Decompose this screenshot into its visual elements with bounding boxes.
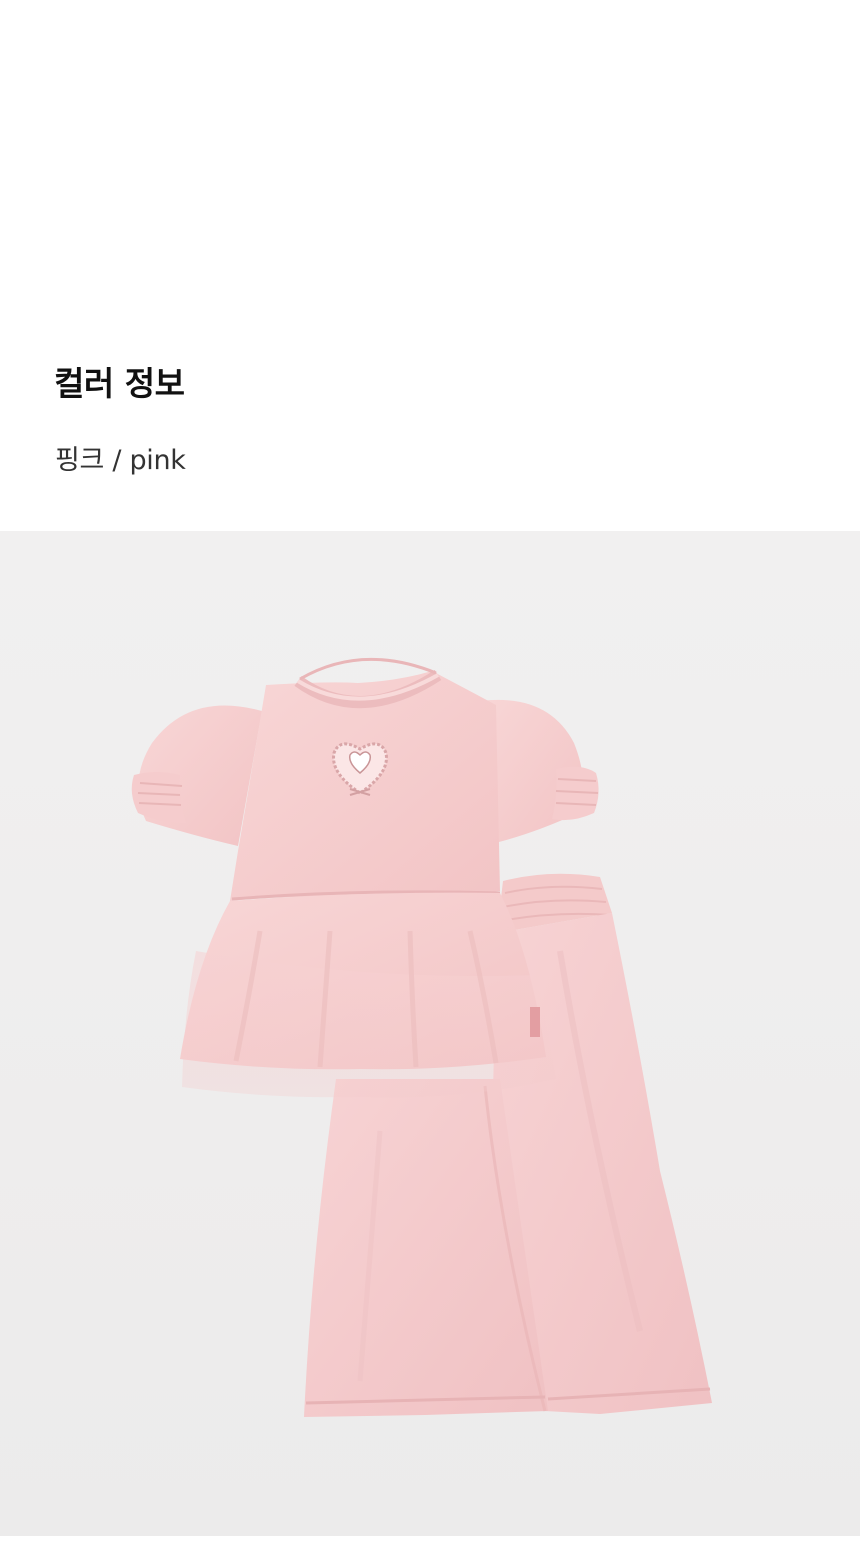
product-photo-illustration [0,531,860,1536]
product-detail-page: 컬러 정보 핑크 / pink [0,0,860,1542]
bottom-divider [0,1536,860,1542]
color-info-title: 컬러 정보 [54,364,185,403]
product-photo [0,531,860,1536]
color-info-section: 컬러 정보 핑크 / pink [0,0,860,531]
garment-tag [530,1007,540,1037]
color-option-text: 핑크 / pink [55,445,186,476]
